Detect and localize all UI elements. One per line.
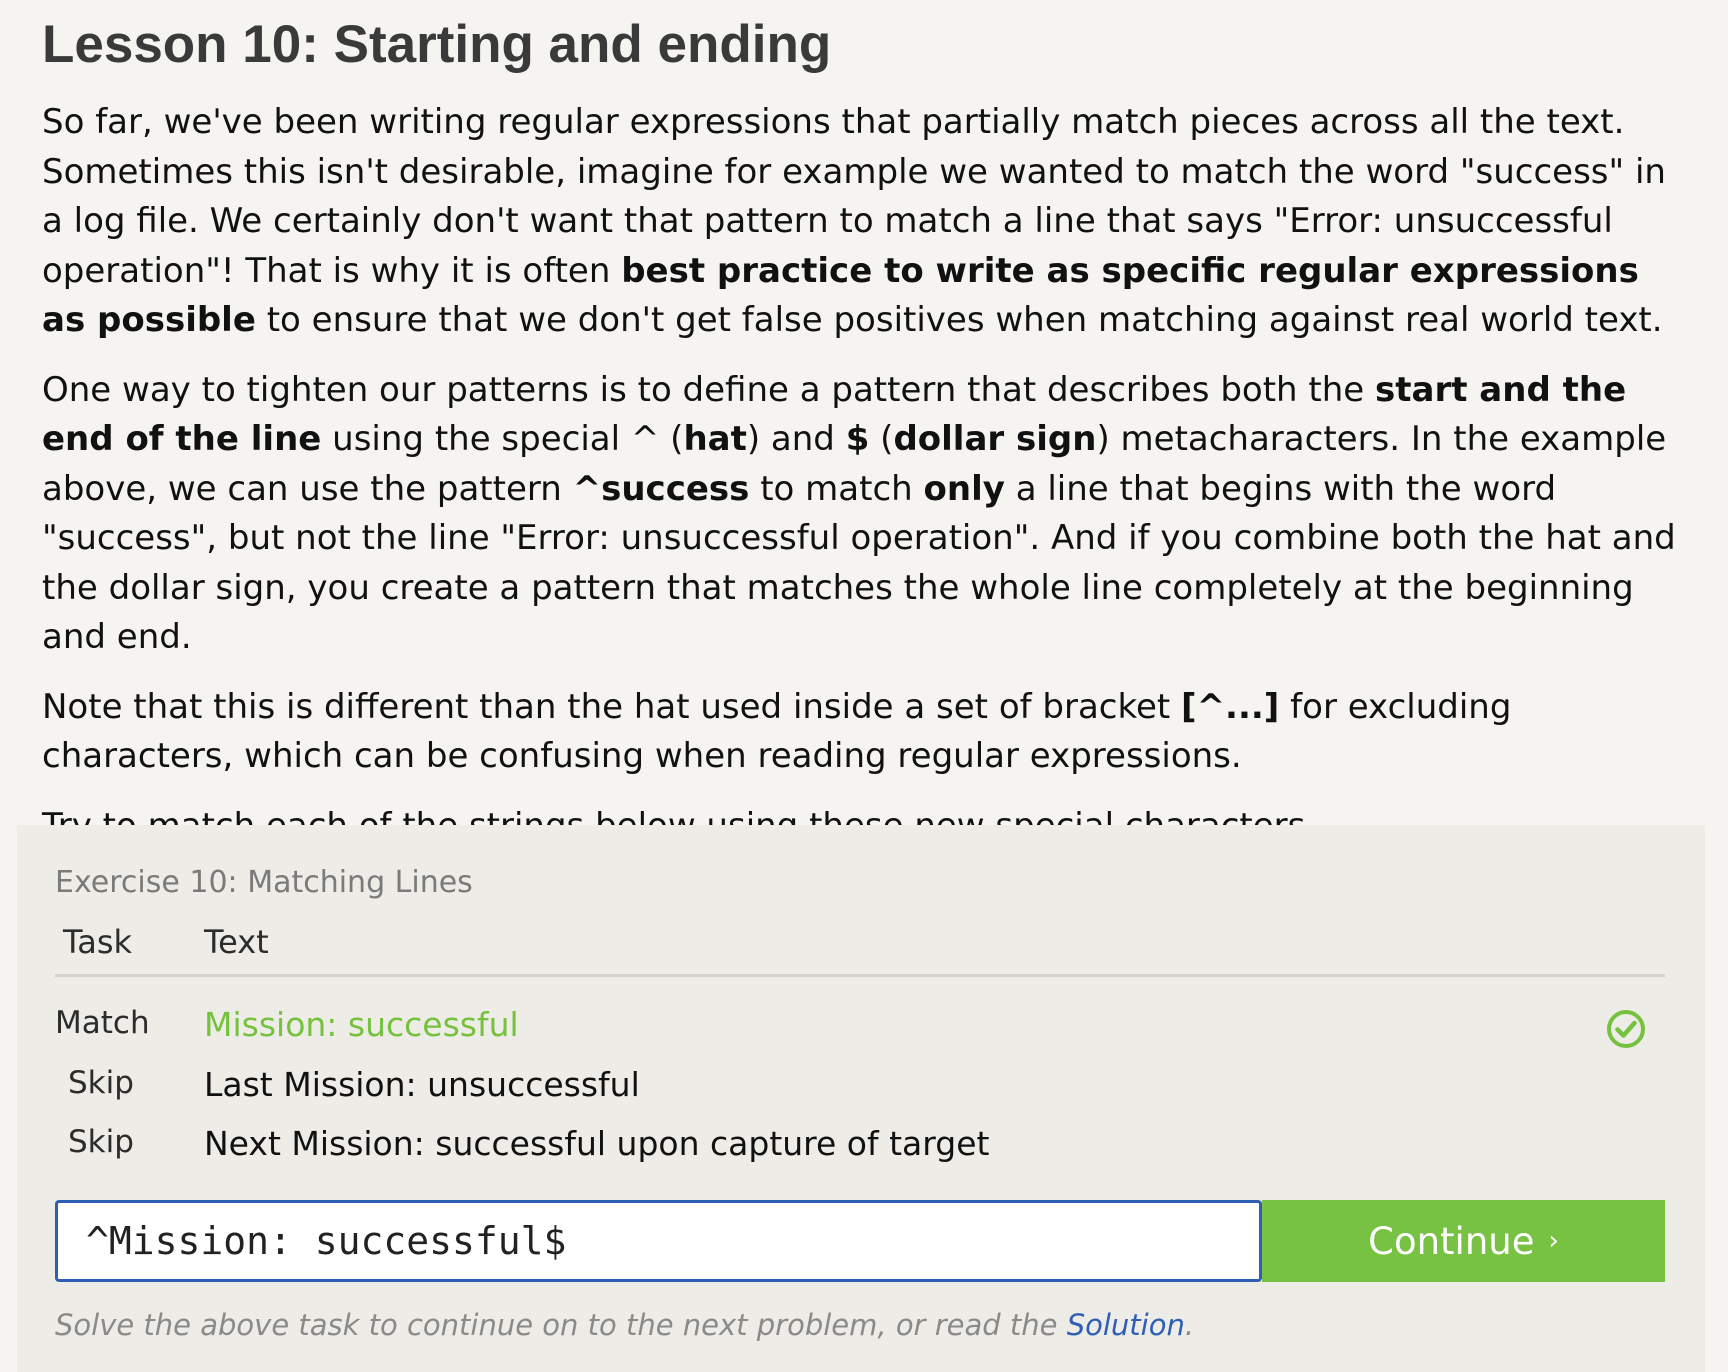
bold-text: ^success [572, 468, 750, 509]
paragraph-note: Note that this is different than the hat… [42, 683, 1692, 782]
continue-label: Continue [1368, 1219, 1535, 1263]
text-run: to match [749, 468, 924, 509]
lesson-page: Lesson 10: Starting and ending So far, w… [0, 0, 1728, 1372]
task-label: Skip [68, 1065, 134, 1101]
exercise-panel: Exercise 10: Matching Lines Task Text Ma… [17, 825, 1705, 1372]
bold-text: $ [845, 419, 870, 459]
column-header-text: Text [204, 923, 269, 961]
lesson-body: So far, we've been writing regular expre… [42, 98, 1692, 871]
text-run: using the special ^ ( [321, 419, 684, 459]
exercise-title: Exercise 10: Matching Lines [55, 865, 473, 900]
hint-text: Solve the above task to continue on to t… [55, 1308, 1194, 1342]
bold-text: dollar sign [893, 419, 1097, 459]
solution-link[interactable]: Solution [1067, 1308, 1185, 1342]
bold-text: only [923, 468, 1005, 509]
continue-button[interactable]: Continue › [1262, 1200, 1665, 1282]
bold-text: hat [683, 419, 747, 459]
bold-text: [^...] [1181, 686, 1280, 727]
row-text: Mission: successful [204, 1005, 519, 1044]
regex-input[interactable] [55, 1200, 1262, 1282]
check-circle-icon [1607, 1010, 1645, 1048]
paragraph-anchors: One way to tighten our patterns is to de… [42, 366, 1692, 663]
chevron-right-icon: › [1548, 1226, 1559, 1256]
paragraph-intro: So far, we've been writing regular expre… [42, 98, 1692, 346]
text-run: ( [869, 419, 894, 459]
page-title: Lesson 10: Starting and ending [42, 15, 832, 74]
text-run: One way to tighten our patterns is to de… [42, 369, 1376, 410]
column-header-task: Task [63, 923, 133, 961]
table-header: Task Text [55, 923, 1665, 977]
row-text: Next Mission: successful upon capture of… [204, 1124, 990, 1163]
text-run: ) and [746, 419, 846, 459]
table-row: Skip Next Mission: successful upon captu… [55, 1124, 1665, 1184]
text-run: Solve the above task to continue on to t… [55, 1308, 1067, 1342]
task-label: Match [55, 1005, 150, 1041]
text-run: Note that this is different than the hat… [42, 686, 1182, 727]
task-label: Skip [68, 1124, 134, 1160]
table-row: Skip Last Mission: unsuccessful [55, 1065, 1665, 1125]
table-row: Match Mission: successful [55, 1005, 1665, 1065]
text-run: to ensure that we don't get false positi… [255, 300, 1663, 340]
text-run: . [1184, 1308, 1195, 1342]
row-text: Last Mission: unsuccessful [204, 1065, 640, 1104]
